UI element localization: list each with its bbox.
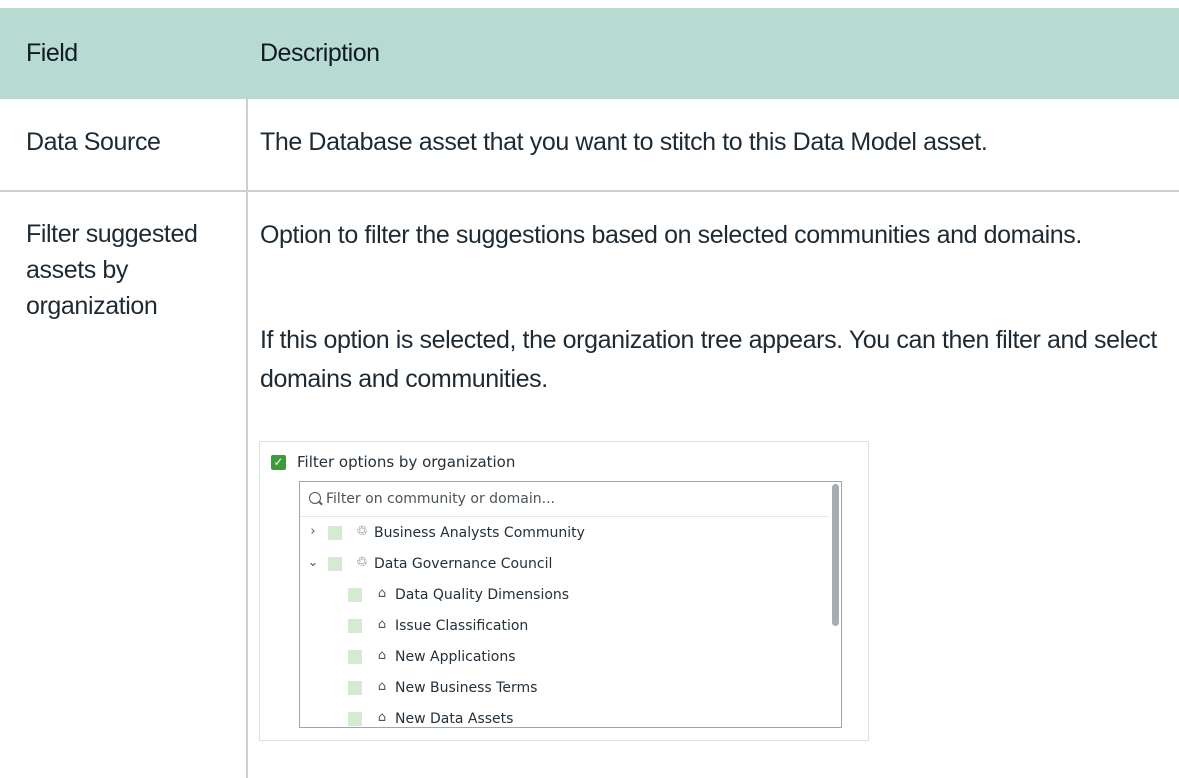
tree-scrollbar-thumb[interactable] <box>832 484 839 626</box>
tree-item-new-data-assets[interactable]: ⌂ New Data Assets <box>300 704 828 727</box>
tree-item-issue-classification[interactable]: ⌂ Issue Classification <box>300 611 828 642</box>
tree-scrollbar[interactable] <box>829 482 841 727</box>
tree-item-checkbox[interactable] <box>328 557 342 571</box>
chevron-right-icon[interactable]: › <box>306 523 320 541</box>
domain-icon: ⌂ <box>377 586 387 601</box>
header-description: Description <box>260 39 380 67</box>
tree-item-checkbox[interactable] <box>348 619 362 633</box>
tree-item-label: Data Quality Dimensions <box>395 587 570 603</box>
tree-item-label: New Data Assets <box>395 711 514 727</box>
column-divider <box>246 99 248 778</box>
tree-item-business-analysts[interactable]: › ♲ Business Analysts Community <box>300 518 828 549</box>
chevron-down-icon[interactable]: ⌄ <box>306 554 320 572</box>
filter-options-checkbox[interactable]: ✓ <box>271 455 286 470</box>
tree-item-label: Business Analysts Community <box>374 525 585 541</box>
tree-item-checkbox[interactable] <box>348 681 362 695</box>
tree-item-checkbox[interactable] <box>348 588 362 602</box>
row-data-source-field: Data Source <box>26 128 161 156</box>
table-header: Field Description <box>0 8 1179 99</box>
organization-tree: › ♲ Business Analysts Community ⌄ ♲ Data… <box>299 481 842 728</box>
header-field: Field <box>26 39 78 67</box>
tree-item-data-governance[interactable]: ⌄ ♲ Data Governance Council <box>300 549 828 580</box>
tree-item-label: New Applications <box>395 649 516 665</box>
domain-icon: ⌂ <box>377 648 387 663</box>
tree-item-checkbox[interactable] <box>348 650 362 664</box>
tree-item-checkbox[interactable] <box>328 526 342 540</box>
tree-item-label: Issue Classification <box>395 618 529 634</box>
tree-item-new-business-terms[interactable]: ⌂ New Business Terms <box>300 673 828 704</box>
tree-item-checkbox[interactable] <box>348 712 362 726</box>
row-filter-description-p2: If this option is selected, the organiza… <box>260 326 1157 393</box>
row-filter-description-p1: Option to filter the suggestions based o… <box>260 221 1082 249</box>
filter-by-organization-screenshot: ✓ Filter options by organization › ♲ Bus… <box>259 441 869 741</box>
filter-options-label: Filter options by organization <box>297 453 516 471</box>
community-icon: ♲ <box>356 524 368 539</box>
row-divider <box>0 190 1179 192</box>
community-icon: ♲ <box>356 555 368 570</box>
row-filter-field: Filter suggested assets by organization <box>26 220 198 320</box>
tree-item-data-quality-dimensions[interactable]: ⌂ Data Quality Dimensions <box>300 580 828 611</box>
domain-icon: ⌂ <box>377 617 387 632</box>
tree-item-label: New Business Terms <box>395 680 538 696</box>
domain-icon: ⌂ <box>377 710 387 725</box>
tree-search-row <box>300 482 841 517</box>
search-icon <box>309 492 321 504</box>
domain-icon: ⌂ <box>377 679 387 694</box>
tree-item-new-applications[interactable]: ⌂ New Applications <box>300 642 828 673</box>
row-data-source-description: The Database asset that you want to stit… <box>260 128 988 156</box>
tree-search-input[interactable] <box>326 488 806 510</box>
tree-item-label: Data Governance Council <box>374 556 553 572</box>
